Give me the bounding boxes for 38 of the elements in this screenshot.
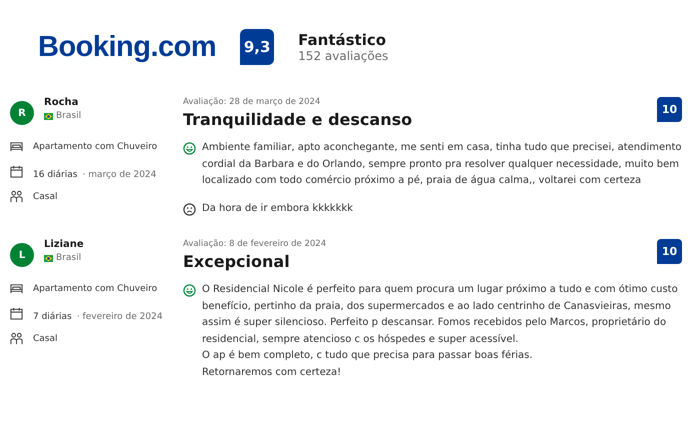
country-label: Brasil (56, 111, 82, 121)
traveler-type: Casal (33, 334, 58, 344)
logo: Booking.com (38, 30, 216, 64)
review-text: O Residencial Nicole é perfeito para quem procura um lugar próximo a tudo e com ótimo custo benefício, pertinho da praia, dos supermercados e ao lado centrinho de Canasvieiras, mesmo assim é super silencioso. Perfeito p descansar. Fomos recebidos pelo Marcos, proprietário do residencial, sempre atencioso c os hóspedes e super acessível. O ap é bem completo, c tudo que precisa para passar boas férias. Retornaremos com certeza! (202, 283, 679, 380)
review-title: Tranquilidade e descanso (183, 110, 412, 129)
stay-length: 16 diárias (33, 170, 78, 180)
room-type: Apartamento com Chuveiro (33, 284, 158, 294)
guest-name: Rocha (44, 97, 80, 108)
bed-icon (10, 282, 23, 295)
frowning-face-icon (183, 202, 196, 216)
room-type: Apartamento com Chuveiro (33, 142, 158, 152)
review-count: 152 avaliações (298, 49, 388, 63)
people-icon (10, 332, 23, 345)
country-label: Brasil (56, 253, 82, 263)
stay-period: · março de 2024 (82, 170, 156, 180)
review-date: Avaliação: 28 de março de 2024 (183, 97, 322, 107)
traveler-type: Casal (33, 192, 58, 202)
review-text: Da hora de ir embora kkkkkkk (202, 202, 354, 216)
review-title: Excepcional (183, 252, 291, 271)
bed-icon (10, 140, 23, 153)
stay-length: 7 diárias (33, 312, 72, 322)
calendar-icon (10, 165, 23, 178)
calendar-icon (10, 307, 23, 320)
review-date: Avaliação: 8 de fevereiro de 2024 (183, 239, 326, 249)
score-badge: 10 (657, 97, 682, 122)
stay-period: · fevereiro de 2024 (76, 312, 163, 322)
flag-icon (44, 112, 53, 120)
avatar: L (10, 243, 34, 267)
smiling-face-icon (183, 284, 196, 297)
score-badge: 10 (657, 239, 682, 264)
flag-icon (44, 254, 53, 262)
score-badge: 9,3 (240, 29, 274, 65)
smiling-face-icon (183, 142, 196, 155)
review-text: Ambiente familiar, apto aconchegante, me senti em casa, tinha tudo que precisei, atendimento cordial da Barbara e do Orlando, sempre pronto pra resolver qualquer necessidade, muito bem localizado com todo comércio próximo a pé, praia de água calma,, voltarei com certeza (202, 141, 682, 188)
avatar: R (10, 101, 34, 125)
guest-name: Liziane (44, 239, 84, 250)
rating-label: Fantástico (298, 31, 388, 49)
people-icon (10, 190, 23, 203)
